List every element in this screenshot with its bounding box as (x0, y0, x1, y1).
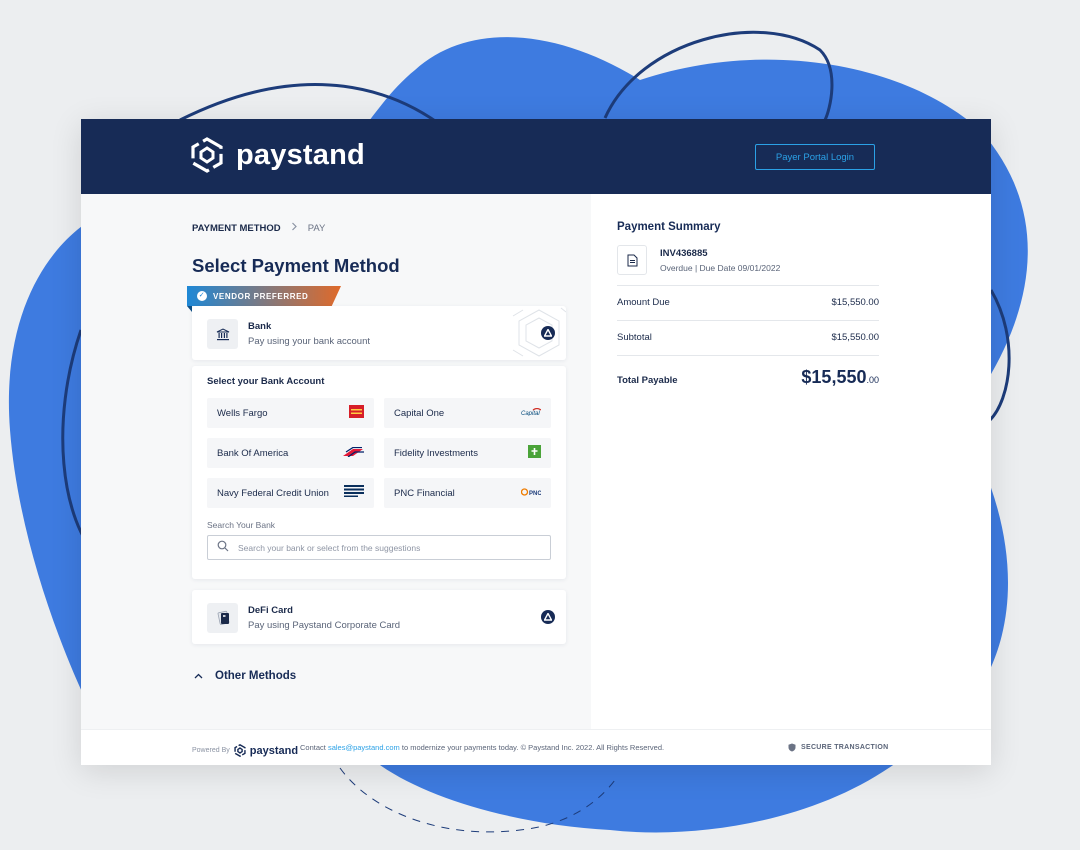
footer-contact: Contact sales@paystand.com to modernize … (300, 743, 664, 752)
bank-method-title: Bank (248, 321, 272, 332)
shield-icon (788, 743, 796, 752)
defi-card-title: DeFi Card (248, 605, 293, 616)
bank-method-subtitle: Pay using your bank account (248, 336, 370, 347)
other-methods-toggle[interactable]: Other Methods (194, 670, 296, 682)
header-bar: paystand Payer Portal Login (81, 119, 991, 194)
svg-text:PNC: PNC (529, 491, 541, 496)
pnc-logo-icon: PNC (520, 487, 542, 499)
defi-card-subtitle: Pay using Paystand Corporate Card (248, 620, 401, 631)
bank-option-label: PNC Financial (394, 487, 455, 499)
fidelity-logo-icon (528, 445, 541, 461)
paystand-logo-icon (234, 744, 246, 757)
footer-logo-text: paystand (249, 744, 299, 757)
subtotal-value: $15,550.00 (831, 332, 879, 343)
invoice-status: Overdue | Due Date 09/01/2022 (660, 263, 781, 273)
wells-fargo-logo-icon (349, 405, 364, 421)
bank-option-label: Fidelity Investments (394, 447, 478, 459)
payment-summary-panel: Payment Summary INV436885 Overdue | Due … (591, 194, 991, 729)
subtotal-label: Subtotal (617, 332, 652, 343)
bank-method-card[interactable]: Bank Pay using your bank account (192, 306, 566, 360)
bank-option-navy-federal[interactable]: Navy Federal Credit Union (207, 478, 374, 508)
total-payable-main: $15,550 (801, 367, 867, 387)
bank-option-wells-fargo[interactable]: Wells Fargo (207, 398, 374, 428)
bank-option-bank-of-america[interactable]: Bank Of America (207, 438, 374, 468)
amount-due-row: Amount Due $15,550.00 (617, 297, 879, 308)
bank-option-label: Capital One (394, 407, 445, 419)
search-bank-input[interactable] (238, 542, 538, 553)
powered-by: Powered By paystand (192, 744, 298, 757)
secure-transaction-badge: SECURE TRANSACTION (788, 743, 888, 752)
secure-transaction-label: SECURE TRANSACTION (801, 744, 889, 751)
document-icon (617, 245, 647, 275)
app-window: paystand Payer Portal Login PAYMENT METH… (81, 119, 991, 765)
payment-method-panel: PAYMENT METHOD PAY Select Payment Method… (81, 194, 591, 729)
breadcrumb-step-pay[interactable]: PAY (308, 223, 326, 234)
bank-option-label: Wells Fargo (217, 407, 268, 419)
total-payable-value: $15,550.00 (801, 367, 879, 388)
search-icon (217, 539, 229, 557)
bank-option-label: Bank Of America (217, 447, 289, 459)
search-bank-field[interactable] (207, 535, 551, 560)
footer: Powered By paystand Contact sales@paysta… (81, 729, 991, 765)
bank-option-fidelity[interactable]: Fidelity Investments (384, 438, 551, 468)
bank-icon (207, 319, 238, 349)
breadcrumb-step-payment-method[interactable]: PAYMENT METHOD (192, 223, 281, 234)
card-icon (207, 603, 238, 633)
divider (617, 285, 879, 286)
contact-prefix: Contact (300, 743, 326, 752)
payer-portal-login-button[interactable]: Payer Portal Login (755, 144, 875, 170)
total-payable-cents: .00 (866, 375, 879, 385)
chevron-up-icon (194, 670, 203, 682)
bank-option-capital-one[interactable]: Capital One Capital (384, 398, 551, 428)
brand-name: paystand (236, 138, 365, 171)
check-circle-icon: ✓ (197, 291, 207, 301)
svg-text:Capital: Capital (521, 411, 540, 416)
bank-of-america-logo-icon (342, 446, 364, 460)
paystand-logo-icon (191, 137, 223, 173)
total-payable-row: Total Payable $15,550.00 (617, 367, 879, 388)
ribbon-label: VENDOR PREFERRED (213, 291, 309, 301)
amount-due-label: Amount Due (617, 297, 670, 308)
navy-federal-logo-icon (344, 485, 364, 501)
paystand-badge-icon (541, 326, 555, 340)
bank-option-pnc[interactable]: PNC Financial PNC (384, 478, 551, 508)
sales-email-link[interactable]: sales@paystand.com (328, 743, 400, 752)
payment-summary-title: Payment Summary (617, 221, 721, 233)
copyright-text: © Paystand Inc. 2022. All Rights Reserve… (520, 743, 665, 752)
subtotal-row: Subtotal $15,550.00 (617, 332, 879, 343)
paystand-badge-icon (541, 610, 555, 624)
defi-card-method[interactable]: DeFi Card Pay using Paystand Corporate C… (192, 590, 566, 644)
search-bank-label: Search Your Bank (207, 520, 276, 530)
bank-option-label: Navy Federal Credit Union (217, 487, 329, 499)
contact-suffix: to modernize your payments today. (401, 743, 519, 752)
bank-selection-panel: Select your Bank Account Wells Fargo Cap… (192, 366, 566, 579)
hexagon-pattern-decoration (512, 307, 566, 357)
chevron-right-icon (291, 222, 298, 234)
invoice-id: INV436885 (660, 248, 708, 259)
other-methods-label: Other Methods (215, 670, 297, 682)
divider (617, 320, 879, 321)
breadcrumb: PAYMENT METHOD PAY (192, 222, 325, 234)
total-payable-label: Total Payable (617, 375, 678, 386)
bank-selection-heading: Select your Bank Account (207, 376, 325, 387)
amount-due-value: $15,550.00 (831, 297, 879, 308)
vendor-preferred-ribbon: ✓ VENDOR PREFERRED (187, 286, 341, 306)
page-title: Select Payment Method (192, 255, 400, 276)
brand-logo[interactable]: paystand (190, 137, 365, 173)
powered-by-label: Powered By (192, 747, 230, 754)
capital-one-logo-icon: Capital (521, 407, 542, 419)
divider (617, 355, 879, 356)
